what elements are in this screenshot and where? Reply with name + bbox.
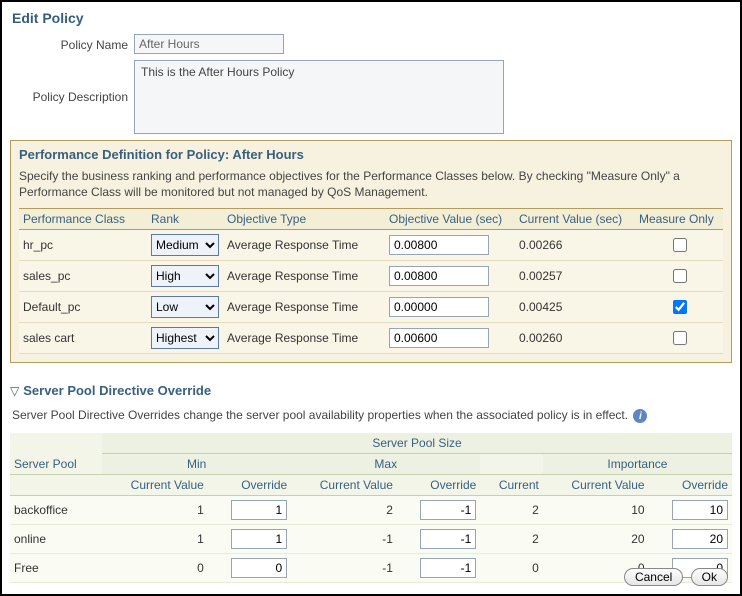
- cancel-button[interactable]: Cancel: [624, 568, 683, 586]
- pool-sub-imp-cur: Current Value: [543, 475, 649, 496]
- min-override-input[interactable]: [231, 500, 287, 520]
- pool-sub-current: Current: [480, 475, 543, 496]
- pool-sub-max-cur: Current Value: [291, 475, 397, 496]
- ok-button[interactable]: Ok: [691, 568, 728, 586]
- perf-th-cval: Current Value (sec): [515, 209, 635, 230]
- pool-row: online 1 -1 2 20: [10, 525, 732, 554]
- min-override-input[interactable]: [231, 558, 287, 578]
- perf-class-cell: Default_pc: [19, 292, 147, 323]
- min-override-input[interactable]: [231, 529, 287, 549]
- importance-override-input[interactable]: [672, 529, 728, 549]
- perf-cval-cell: 0.00266: [515, 230, 635, 261]
- info-icon[interactable]: i: [633, 409, 647, 423]
- performance-definition-section: Performance Definition for Policy: After…: [10, 140, 732, 363]
- perf-otype-cell: Average Response Time: [223, 292, 385, 323]
- pool-th-group: Server Pool Size: [102, 433, 732, 454]
- perf-cval-cell: 0.00257: [515, 261, 635, 292]
- pool-sub-min-ov: Override: [208, 475, 291, 496]
- server-pool-table: Server Pool Server Pool Size Min Max Imp…: [10, 433, 732, 583]
- pool-imp-cur-cell: 10: [543, 496, 649, 525]
- rank-select[interactable]: HighestHighMediumLowLowest: [151, 234, 219, 256]
- measure-only-checkbox[interactable]: [673, 331, 687, 345]
- pool-min-cur-cell: 0: [102, 554, 208, 583]
- pool-th-max: Max: [291, 454, 480, 475]
- pool-th-spacer: [10, 475, 102, 496]
- measure-only-checkbox[interactable]: [673, 300, 687, 314]
- perf-class-cell: sales_pc: [19, 261, 147, 292]
- pool-name-cell: backoffice: [10, 496, 102, 525]
- perf-otype-cell: Average Response Time: [223, 230, 385, 261]
- perf-otype-cell: Average Response Time: [223, 261, 385, 292]
- pool-th-importance: Importance: [543, 454, 732, 475]
- perf-row: sales cart HighestHighMediumLowLowest Av…: [19, 323, 723, 354]
- perf-class-cell: hr_pc: [19, 230, 147, 261]
- perf-row: hr_pc HighestHighMediumLowLowest Average…: [19, 230, 723, 261]
- perf-class-cell: sales cart: [19, 323, 147, 354]
- pool-sub-max-ov: Override: [397, 475, 480, 496]
- page-title: Edit Policy: [12, 10, 732, 26]
- disclosure-triangle-icon: ▽: [10, 384, 19, 398]
- server-pool-override-toggle[interactable]: ▽ Server Pool Directive Override: [10, 383, 732, 398]
- perf-th-monly: Measure Only: [635, 209, 723, 230]
- server-pool-override-desc: Server Pool Directive Overrides change t…: [12, 408, 628, 422]
- pool-th-min: Min: [102, 454, 291, 475]
- perf-cval-cell: 0.00260: [515, 323, 635, 354]
- perf-otype-cell: Average Response Time: [223, 323, 385, 354]
- pool-sub-min-cur: Current Value: [102, 475, 208, 496]
- pool-max-cur-cell: 2: [291, 496, 397, 525]
- rank-select[interactable]: HighestHighMediumLowLowest: [151, 265, 219, 287]
- rank-select[interactable]: HighestHighMediumLowLowest: [151, 327, 219, 349]
- pool-sub-imp-ov: Override: [649, 475, 732, 496]
- max-override-input[interactable]: [420, 500, 476, 520]
- pool-min-cur-cell: 1: [102, 496, 208, 525]
- objective-value-input[interactable]: [389, 235, 489, 255]
- pool-name-cell: online: [10, 525, 102, 554]
- perf-row: sales_pc HighestHighMediumLowLowest Aver…: [19, 261, 723, 292]
- objective-value-input[interactable]: [389, 297, 489, 317]
- pool-current-cell: 2: [480, 525, 543, 554]
- policy-name-label: Policy Name: [10, 34, 134, 52]
- policy-description-label: Policy Description: [10, 60, 134, 104]
- measure-only-checkbox[interactable]: [673, 269, 687, 283]
- server-pool-override-title: Server Pool Directive Override: [23, 383, 211, 398]
- pool-min-cur-cell: 1: [102, 525, 208, 554]
- performance-definition-title: Performance Definition for Policy: After…: [19, 147, 723, 162]
- performance-definition-desc: Specify the business ranking and perform…: [19, 168, 723, 200]
- performance-table: Performance Class Rank Objective Type Ob…: [19, 208, 723, 354]
- pool-th-pool: Server Pool: [10, 433, 102, 475]
- pool-max-cur-cell: -1: [291, 525, 397, 554]
- rank-select[interactable]: HighestHighMediumLowLowest: [151, 296, 219, 318]
- max-override-input[interactable]: [420, 529, 476, 549]
- objective-value-input[interactable]: [389, 266, 489, 286]
- perf-row: Default_pc HighestHighMediumLowLowest Av…: [19, 292, 723, 323]
- measure-only-checkbox[interactable]: [673, 238, 687, 252]
- pool-row: backoffice 1 2 2 10: [10, 496, 732, 525]
- perf-cval-cell: 0.00425: [515, 292, 635, 323]
- perf-th-otype: Objective Type: [223, 209, 385, 230]
- perf-th-oval: Objective Value (sec): [385, 209, 515, 230]
- policy-description-input[interactable]: This is the After Hours Policy: [134, 60, 504, 134]
- policy-name-input[interactable]: [134, 34, 284, 54]
- pool-th-current: [480, 454, 543, 475]
- pool-max-cur-cell: -1: [291, 554, 397, 583]
- pool-current-cell: 0: [480, 554, 543, 583]
- perf-th-class: Performance Class: [19, 209, 147, 230]
- pool-name-cell: Free: [10, 554, 102, 583]
- pool-current-cell: 2: [480, 496, 543, 525]
- importance-override-input[interactable]: [672, 500, 728, 520]
- objective-value-input[interactable]: [389, 328, 489, 348]
- perf-th-rank: Rank: [147, 209, 223, 230]
- pool-imp-cur-cell: 20: [543, 525, 649, 554]
- max-override-input[interactable]: [420, 558, 476, 578]
